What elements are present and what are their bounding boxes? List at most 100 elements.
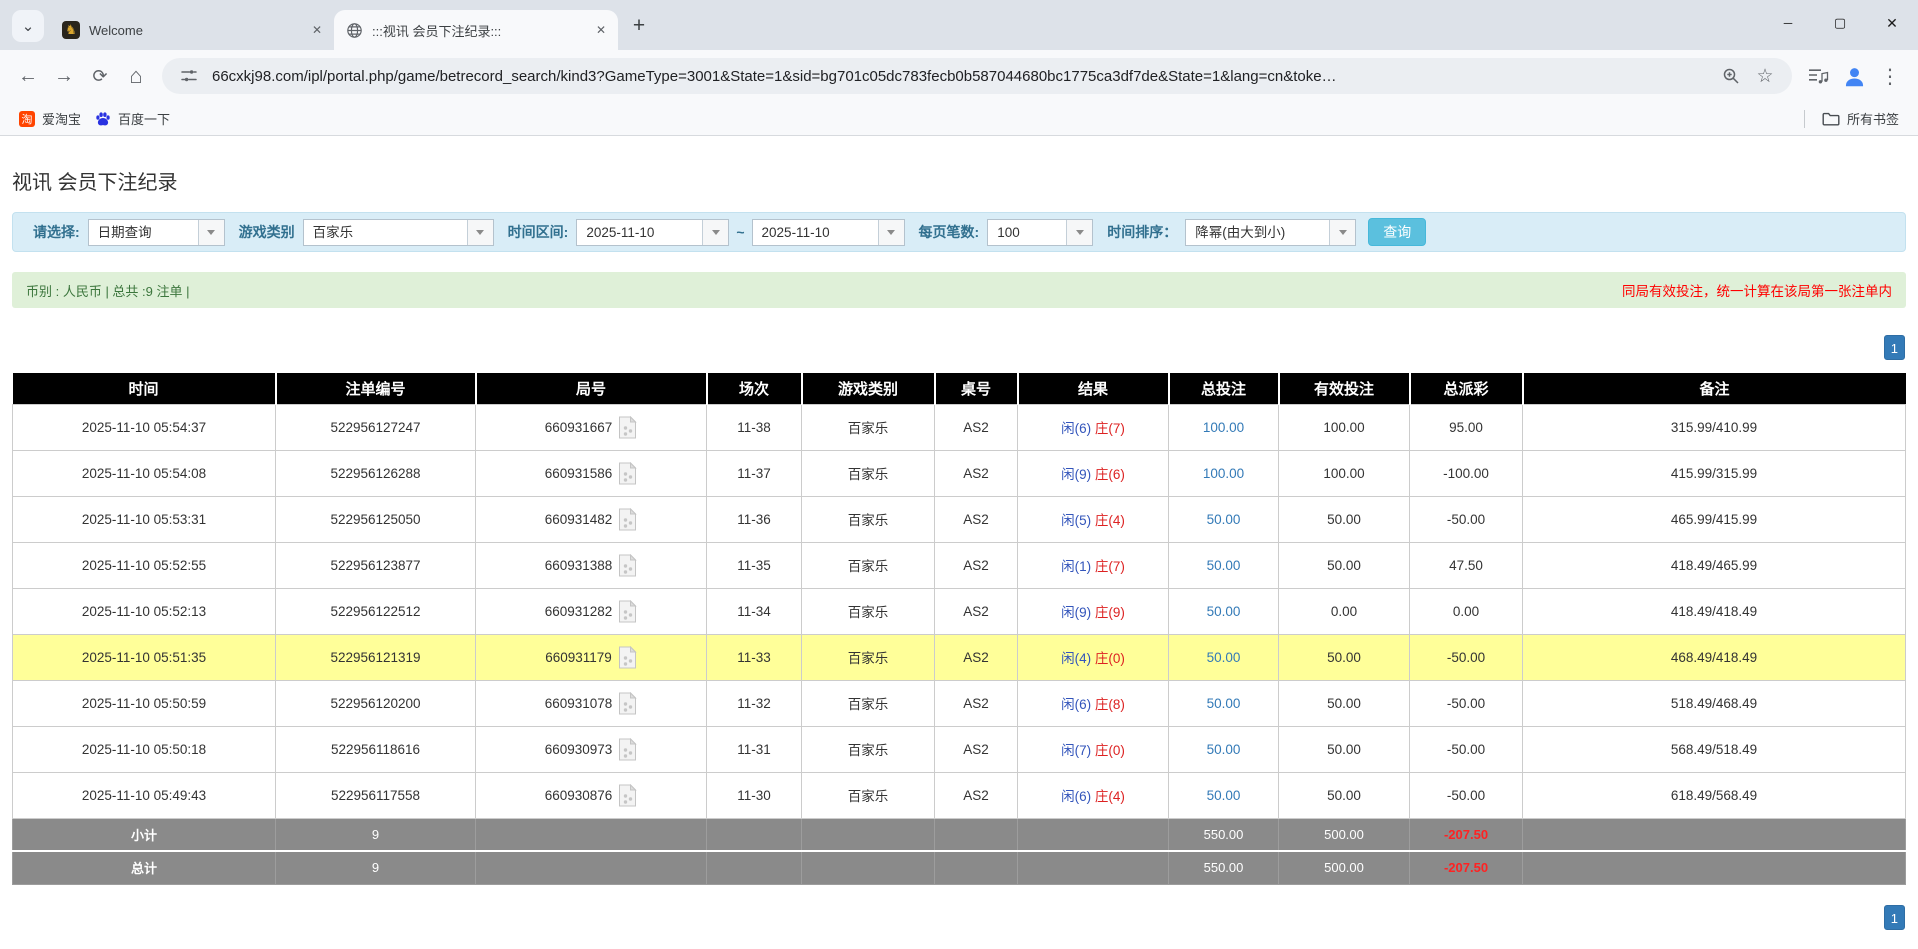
replay-icon[interactable] [618, 692, 637, 715]
replay-icon[interactable] [618, 508, 637, 531]
tab-close-icon[interactable]: ✕ [592, 21, 610, 39]
tab-close-icon[interactable]: ✕ [308, 21, 326, 39]
currency-summary-text: 币别 : 人民币 | 总共 :9 注单 | [26, 281, 190, 300]
cell-note: 465.99/415.99 [1523, 496, 1906, 542]
date-to-picker[interactable]: 2025-11-10 [752, 219, 905, 246]
sort-order-combobox[interactable]: 降幂(由大到小) [1185, 219, 1356, 246]
replay-icon[interactable] [618, 416, 637, 439]
page-size-label: 每页笔数: [919, 222, 980, 242]
combobox-value[interactable]: 降幂(由大到小) [1186, 220, 1329, 245]
bookmark-taobao[interactable]: 淘 爱淘宝 [12, 105, 88, 132]
combobox-value[interactable]: 百家乐 [304, 220, 467, 245]
cell-total-bet: 50.00 [1169, 680, 1279, 726]
round-number: 660931667 [545, 420, 613, 435]
total-bet-link[interactable]: 50.00 [1207, 512, 1241, 527]
total-bet-link[interactable]: 50.00 [1207, 558, 1241, 573]
replay-icon[interactable] [618, 600, 637, 623]
chevron-down-icon[interactable] [1329, 220, 1355, 245]
table-row: 2025-11-10 05:52:13522956122512660931282… [13, 588, 1906, 634]
cell-bet-id: 522956121319 [276, 634, 476, 680]
cell-valid-bet: 50.00 [1279, 772, 1410, 818]
date-from-value[interactable]: 2025-11-10 [577, 220, 702, 245]
back-button[interactable]: ← [10, 58, 46, 94]
chevron-down-icon[interactable] [467, 220, 493, 245]
reload-button[interactable]: ⟳ [82, 58, 118, 94]
new-tab-button[interactable]: + [624, 11, 654, 41]
bookmark-baidu[interactable]: 百度一下 [88, 105, 177, 132]
total-bet-link[interactable]: 50.00 [1207, 604, 1241, 619]
cell-total-bet: 50.00 [1169, 634, 1279, 680]
cell-result: 闲(9) 庄(9) [1018, 588, 1169, 634]
forward-button[interactable]: → [46, 58, 82, 94]
minimize-button[interactable]: ─ [1762, 0, 1814, 46]
bookmark-star-icon[interactable]: ☆ [1752, 63, 1778, 89]
search-button[interactable]: 查询 [1368, 218, 1426, 246]
cell-result: 闲(1) 庄(7) [1018, 542, 1169, 588]
summary-empty [1523, 851, 1906, 884]
cell-bet-id: 522956120200 [276, 680, 476, 726]
result-banker: 庄(4) [1095, 513, 1125, 528]
pagination-page-1[interactable]: 1 [1884, 335, 1905, 360]
total-bet-link[interactable]: 100.00 [1203, 420, 1244, 435]
close-button[interactable]: ✕ [1866, 0, 1918, 46]
replay-icon[interactable] [618, 462, 637, 485]
all-bookmarks-button[interactable]: 所有书签 [1815, 105, 1906, 132]
chevron-down-icon[interactable] [878, 220, 904, 245]
cell-time: 2025-11-10 05:54:08 [13, 450, 276, 496]
query-type-combobox[interactable]: 日期查询 [88, 219, 225, 246]
total-bet-link[interactable]: 50.00 [1207, 650, 1241, 665]
cell-session: 11-31 [707, 726, 802, 772]
chevron-down-icon[interactable] [198, 220, 224, 245]
combobox-value[interactable]: 100 [988, 220, 1066, 245]
cell-time: 2025-11-10 05:50:18 [13, 726, 276, 772]
pagination-bottom: 1 [12, 905, 1906, 930]
notice-text: 同局有效投注，统一计算在该局第一张注单内 [1622, 280, 1892, 300]
cell-result: 闲(6) 庄(7) [1018, 404, 1169, 450]
browser-toolbar: ← → ⟳ ⌂ 66cxkj98.com/ipl/portal.php/game… [0, 50, 1918, 102]
zoom-icon[interactable] [1718, 63, 1744, 89]
replay-icon[interactable] [618, 646, 637, 669]
chevron-down-icon[interactable] [1066, 220, 1092, 245]
tab-search-button[interactable]: ⌄ [12, 10, 44, 42]
cell-payout: -50.00 [1410, 772, 1523, 818]
date-to-value[interactable]: 2025-11-10 [753, 220, 878, 245]
total-bet-link[interactable]: 50.00 [1207, 742, 1241, 757]
page-size-combobox[interactable]: 100 [987, 219, 1093, 246]
total-bet-link[interactable]: 50.00 [1207, 696, 1241, 711]
home-button[interactable]: ⌂ [118, 58, 154, 94]
date-range-label: 时间区间: [508, 222, 569, 242]
cell-game-type: 百家乐 [802, 772, 935, 818]
cell-time: 2025-11-10 05:54:37 [13, 404, 276, 450]
cell-bet-id: 522956123877 [276, 542, 476, 588]
browser-menu-icon[interactable]: ⋮ [1872, 58, 1908, 94]
result-banker: 庄(7) [1095, 421, 1125, 436]
tab-bet-records[interactable]: :::视讯 会员下注纪录::: ✕ [334, 10, 618, 50]
summary-count: 9 [276, 851, 476, 884]
cell-session: 11-35 [707, 542, 802, 588]
replay-icon[interactable] [618, 738, 637, 761]
summary-payout: -207.50 [1410, 851, 1523, 884]
bookmarks-bar: 淘 爱淘宝 百度一下 所有书签 [0, 102, 1918, 136]
chevron-down-icon[interactable] [702, 220, 728, 245]
profile-avatar[interactable] [1836, 58, 1872, 94]
folder-icon [1822, 111, 1840, 127]
replay-icon[interactable] [618, 554, 637, 577]
total-bet-link[interactable]: 50.00 [1207, 788, 1241, 803]
combobox-value[interactable]: 日期查询 [89, 220, 198, 245]
cell-game-type: 百家乐 [802, 680, 935, 726]
pagination-page-1[interactable]: 1 [1884, 905, 1905, 930]
cell-note: 518.49/468.49 [1523, 680, 1906, 726]
total-bet-link[interactable]: 100.00 [1203, 466, 1244, 481]
address-bar[interactable]: 66cxkj98.com/ipl/portal.php/game/betreco… [162, 58, 1792, 94]
game-type-combobox[interactable]: 百家乐 [303, 219, 494, 246]
cell-game-type: 百家乐 [802, 588, 935, 634]
cell-table-no: AS2 [935, 772, 1018, 818]
date-from-picker[interactable]: 2025-11-10 [576, 219, 729, 246]
cell-time: 2025-11-10 05:51:35 [13, 634, 276, 680]
site-info-icon[interactable] [176, 63, 202, 89]
replay-icon[interactable] [618, 784, 637, 807]
maximize-button[interactable]: ▢ [1814, 0, 1866, 46]
url-text[interactable]: 66cxkj98.com/ipl/portal.php/game/betreco… [212, 68, 1710, 85]
tab-welcome[interactable]: ♞ Welcome ✕ [50, 10, 334, 50]
media-controls-icon[interactable] [1800, 58, 1836, 94]
